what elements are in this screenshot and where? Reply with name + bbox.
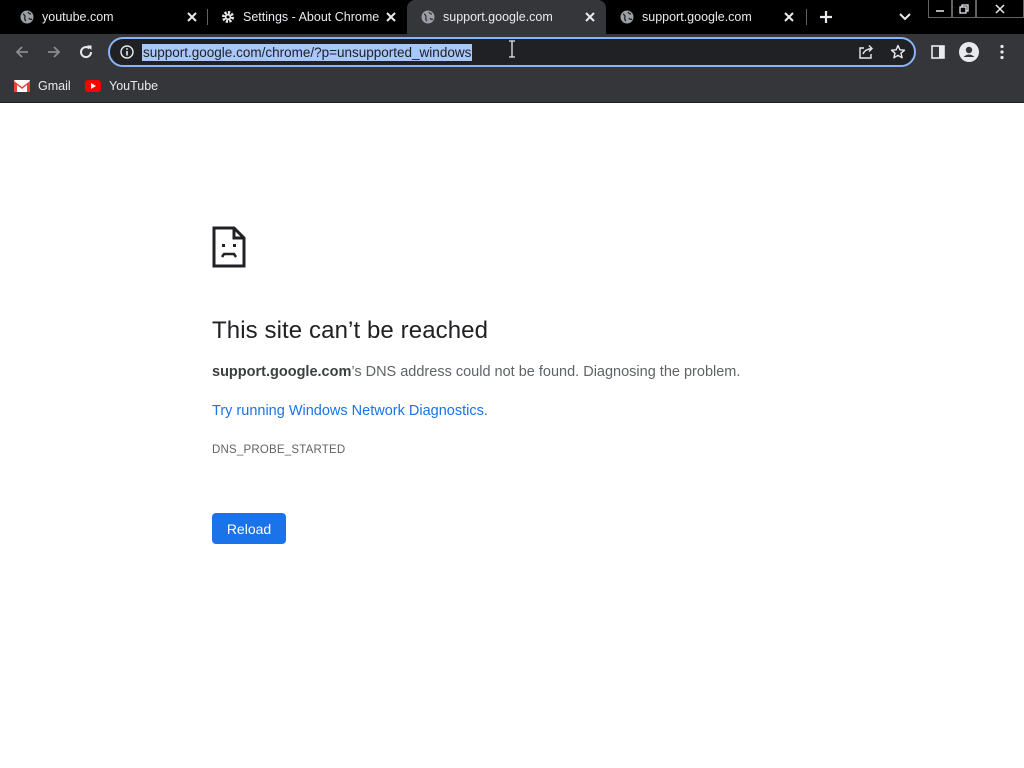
menu-kebab-icon[interactable]: [992, 42, 1012, 62]
page-content: This site can’t be reached support.googl…: [0, 103, 1024, 768]
close-tab-icon[interactable]: [582, 9, 598, 25]
diagnostics-suggestion: Try running Windows Network Diagnostics.: [212, 403, 488, 419]
tab-title: support.google.com: [443, 10, 553, 24]
close-tab-icon[interactable]: [781, 9, 797, 25]
share-icon[interactable]: [858, 44, 874, 60]
error-summary-text: ’s DNS address could not be found. Diagn…: [351, 364, 741, 380]
minimize-icon[interactable]: [928, 0, 952, 18]
sad-page-icon: [212, 226, 246, 268]
url-text[interactable]: support.google.com/chrome/?p=unsupported…: [142, 44, 473, 61]
tab-separator: [806, 9, 807, 25]
tab-title: Settings - About Chrome: [243, 10, 380, 24]
tab-title: youtube.com: [42, 10, 114, 24]
profile-avatar-icon[interactable]: [959, 42, 979, 62]
bookmark-star-icon[interactable]: [890, 44, 906, 60]
bookmarks-bar: Gmail YouTube: [0, 70, 1024, 103]
back-arrow-icon[interactable]: [12, 42, 32, 62]
window-controls: [928, 0, 1024, 18]
tab-search-chevron-icon[interactable]: [896, 9, 914, 25]
reload-icon[interactable]: [76, 42, 96, 62]
bookmark-youtube[interactable]: YouTube: [85, 76, 158, 96]
error-code: DNS_PROBE_STARTED: [212, 444, 346, 456]
text-cursor-icon: [508, 40, 516, 58]
bookmark-label: Gmail: [38, 79, 71, 93]
close-tab-icon[interactable]: [184, 9, 200, 25]
tab-title: support.google.com: [642, 10, 752, 24]
globe-icon: [620, 10, 634, 24]
tab-settings-about-chrome[interactable]: Settings - About Chrome: [207, 0, 407, 34]
youtube-icon: [85, 80, 101, 92]
new-tab-icon[interactable]: [817, 8, 835, 26]
link-suffix: .: [483, 403, 488, 419]
bookmark-gmail[interactable]: Gmail: [14, 76, 71, 96]
globe-icon: [421, 10, 435, 24]
gmail-icon: [14, 80, 30, 92]
tab-youtube[interactable]: youtube.com: [6, 0, 206, 34]
site-info-icon[interactable]: [120, 45, 134, 59]
error-host: support.google.com: [212, 364, 352, 380]
reload-button[interactable]: Reload: [212, 513, 286, 544]
tab-support-google[interactable]: support.google.com: [606, 0, 806, 34]
bookmark-label: YouTube: [109, 79, 159, 93]
error-summary: support.google.com’s DNS address could n…: [212, 364, 740, 380]
error-heading: This site can’t be reached: [212, 317, 489, 344]
close-window-icon[interactable]: [976, 0, 1024, 18]
globe-icon: [20, 10, 34, 24]
restore-icon[interactable]: [952, 0, 976, 18]
side-panel-icon[interactable]: [928, 42, 948, 62]
forward-arrow-icon[interactable]: [44, 42, 64, 62]
network-diagnostics-link[interactable]: Try running Windows Network Diagnostics: [212, 403, 484, 419]
tab-strip: youtube.com Settings - About Chrome supp…: [0, 0, 1024, 34]
tab-support-google-active[interactable]: support.google.com: [407, 0, 606, 34]
gear-icon: [221, 10, 235, 24]
close-tab-icon[interactable]: [383, 9, 399, 25]
